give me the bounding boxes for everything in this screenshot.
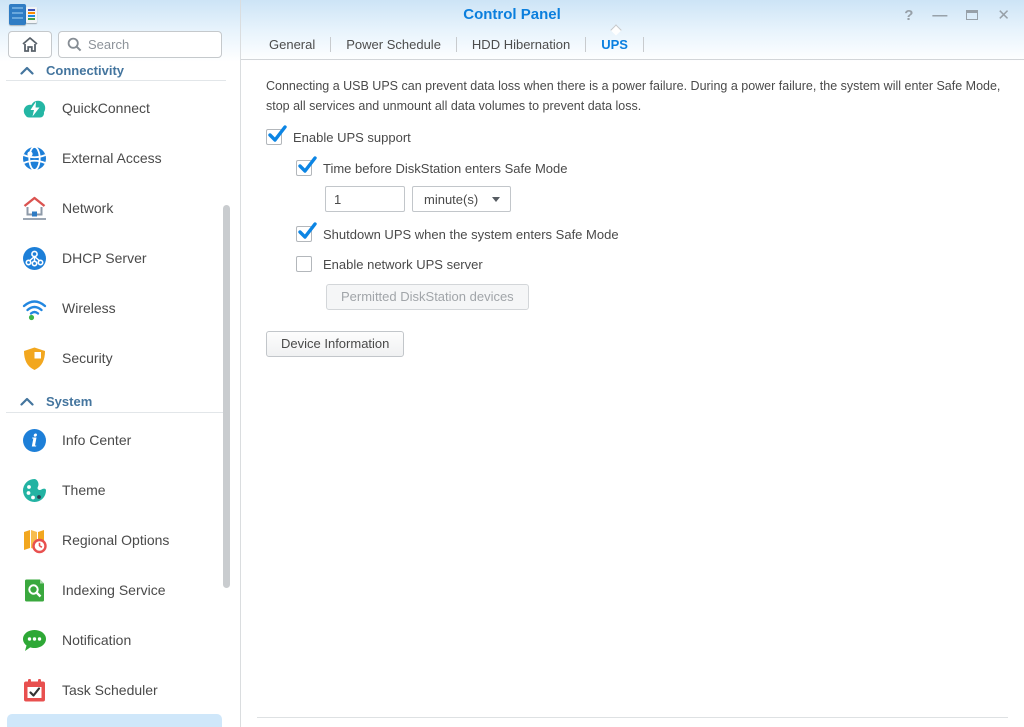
home-icon (21, 36, 39, 53)
sidebar-item-info-center[interactable]: i Info Center (0, 415, 232, 465)
tab-separator (643, 37, 644, 52)
sidebar-item-label: External Access (62, 150, 162, 166)
sidebar-item-security[interactable]: Security (0, 333, 232, 383)
device-information-button[interactable]: Device Information (266, 331, 404, 357)
speech-bubble-icon (21, 627, 48, 654)
sidebar-item-regional-options[interactable]: Regional Options (0, 515, 232, 565)
time-unit-value: minute(s) (424, 192, 478, 207)
sidebar-item-label: Wireless (62, 300, 116, 316)
calendar-check-icon (21, 677, 48, 704)
sidebar-item-notification[interactable]: Notification (0, 615, 232, 665)
sidebar-section-system[interactable]: System (0, 392, 232, 410)
sidebar-item-label: Task Scheduler (62, 682, 158, 698)
sidebar-group-connectivity: QuickConnect External Access Network DHC… (0, 83, 232, 383)
sidebar-item-indexing-service[interactable]: Indexing Service (0, 565, 232, 615)
tab-power-schedule[interactable]: Power Schedule (331, 30, 456, 59)
main-panel: General Power Schedule HDD Hibernation U… (240, 0, 1024, 727)
wifi-icon (21, 295, 48, 322)
sidebar: Connectivity QuickConnect External Acces… (0, 30, 240, 727)
network-ups-label: Enable network UPS server (323, 257, 483, 272)
checkmark-icon (267, 124, 287, 144)
enable-ups-checkbox[interactable] (266, 129, 282, 145)
network-house-icon (21, 195, 48, 222)
sidebar-item-quickconnect[interactable]: QuickConnect (0, 83, 232, 133)
chevron-up-icon (20, 66, 34, 75)
sidebar-item-label: Notification (62, 632, 131, 648)
shutdown-ups-label: Shutdown UPS when the system enters Safe… (323, 227, 619, 242)
time-before-checkbox[interactable] (296, 160, 312, 176)
ups-description: Connecting a USB UPS can prevent data lo… (266, 76, 1018, 116)
sidebar-item-label: Info Center (62, 432, 131, 448)
sidebar-item-external-access[interactable]: External Access (0, 133, 232, 183)
tab-bar: General Power Schedule HDD Hibernation U… (241, 30, 1024, 60)
checkmark-icon (297, 221, 317, 241)
dhcp-nodes-icon (21, 245, 48, 272)
checkmark-icon (297, 155, 317, 175)
section-label: System (46, 394, 92, 409)
enable-ups-row: Enable UPS support (266, 129, 1008, 145)
globe-icon (21, 145, 48, 172)
sidebar-item-label: Security (62, 350, 113, 366)
sidebar-item-wireless[interactable]: Wireless (0, 283, 232, 333)
sidebar-item-label: DHCP Server (62, 250, 147, 266)
sidebar-item-selected-partial[interactable] (7, 714, 222, 727)
search-icon (67, 37, 82, 52)
time-value-input[interactable] (325, 186, 405, 212)
divider (6, 412, 226, 413)
search-input[interactable] (88, 37, 198, 52)
info-icon: i (21, 427, 48, 454)
chevron-down-icon (492, 197, 500, 202)
control-panel-window: Control Panel ? — ✕ Connectivity QuickCo… (0, 0, 1024, 727)
sidebar-item-label: Indexing Service (62, 582, 166, 598)
sidebar-item-task-scheduler[interactable]: Task Scheduler (0, 665, 232, 715)
sidebar-section-connectivity[interactable]: Connectivity (0, 61, 232, 79)
enable-ups-label: Enable UPS support (293, 130, 411, 145)
divider (6, 80, 226, 81)
sidebar-item-dhcp-server[interactable]: DHCP Server (0, 233, 232, 283)
bottom-divider (257, 717, 1008, 718)
palette-icon (21, 477, 48, 504)
section-label: Connectivity (46, 63, 124, 78)
sidebar-item-network[interactable]: Network (0, 183, 232, 233)
shutdown-ups-row: Shutdown UPS when the system enters Safe… (296, 226, 1008, 242)
time-unit-dropdown[interactable]: minute(s) (412, 186, 511, 212)
time-before-row: Time before DiskStation enters Safe Mode (296, 160, 1008, 176)
sidebar-item-label: Regional Options (62, 532, 169, 548)
sidebar-item-label: Network (62, 200, 113, 216)
sidebar-item-label: Theme (62, 482, 106, 498)
search-box[interactable] (58, 31, 222, 58)
sidebar-item-theme[interactable]: Theme (0, 465, 232, 515)
network-ups-row: Enable network UPS server (296, 256, 1008, 272)
sidebar-scrollbar[interactable] (223, 205, 230, 588)
shutdown-ups-checkbox[interactable] (296, 226, 312, 242)
permitted-devices-button[interactable]: Permitted DiskStation devices (326, 284, 529, 310)
map-clock-icon (21, 527, 48, 554)
ups-tab-content: Connecting a USB UPS can prevent data lo… (241, 60, 1024, 357)
quickconnect-cloud-icon (21, 95, 48, 122)
chevron-up-icon (20, 397, 34, 406)
time-input-row: minute(s) (325, 186, 1008, 212)
svg-text:i: i (31, 431, 37, 451)
time-before-label: Time before DiskStation enters Safe Mode (323, 161, 567, 176)
home-button[interactable] (8, 31, 52, 58)
shield-icon (21, 345, 48, 372)
sidebar-item-label: QuickConnect (62, 100, 150, 116)
tab-hdd-hibernation[interactable]: HDD Hibernation (457, 30, 585, 59)
sidebar-group-system: i Info Center Theme Regional Options Ind… (0, 415, 232, 715)
tab-general[interactable]: General (254, 30, 330, 59)
magnifier-doc-icon (21, 577, 48, 604)
network-ups-checkbox[interactable] (296, 256, 312, 272)
